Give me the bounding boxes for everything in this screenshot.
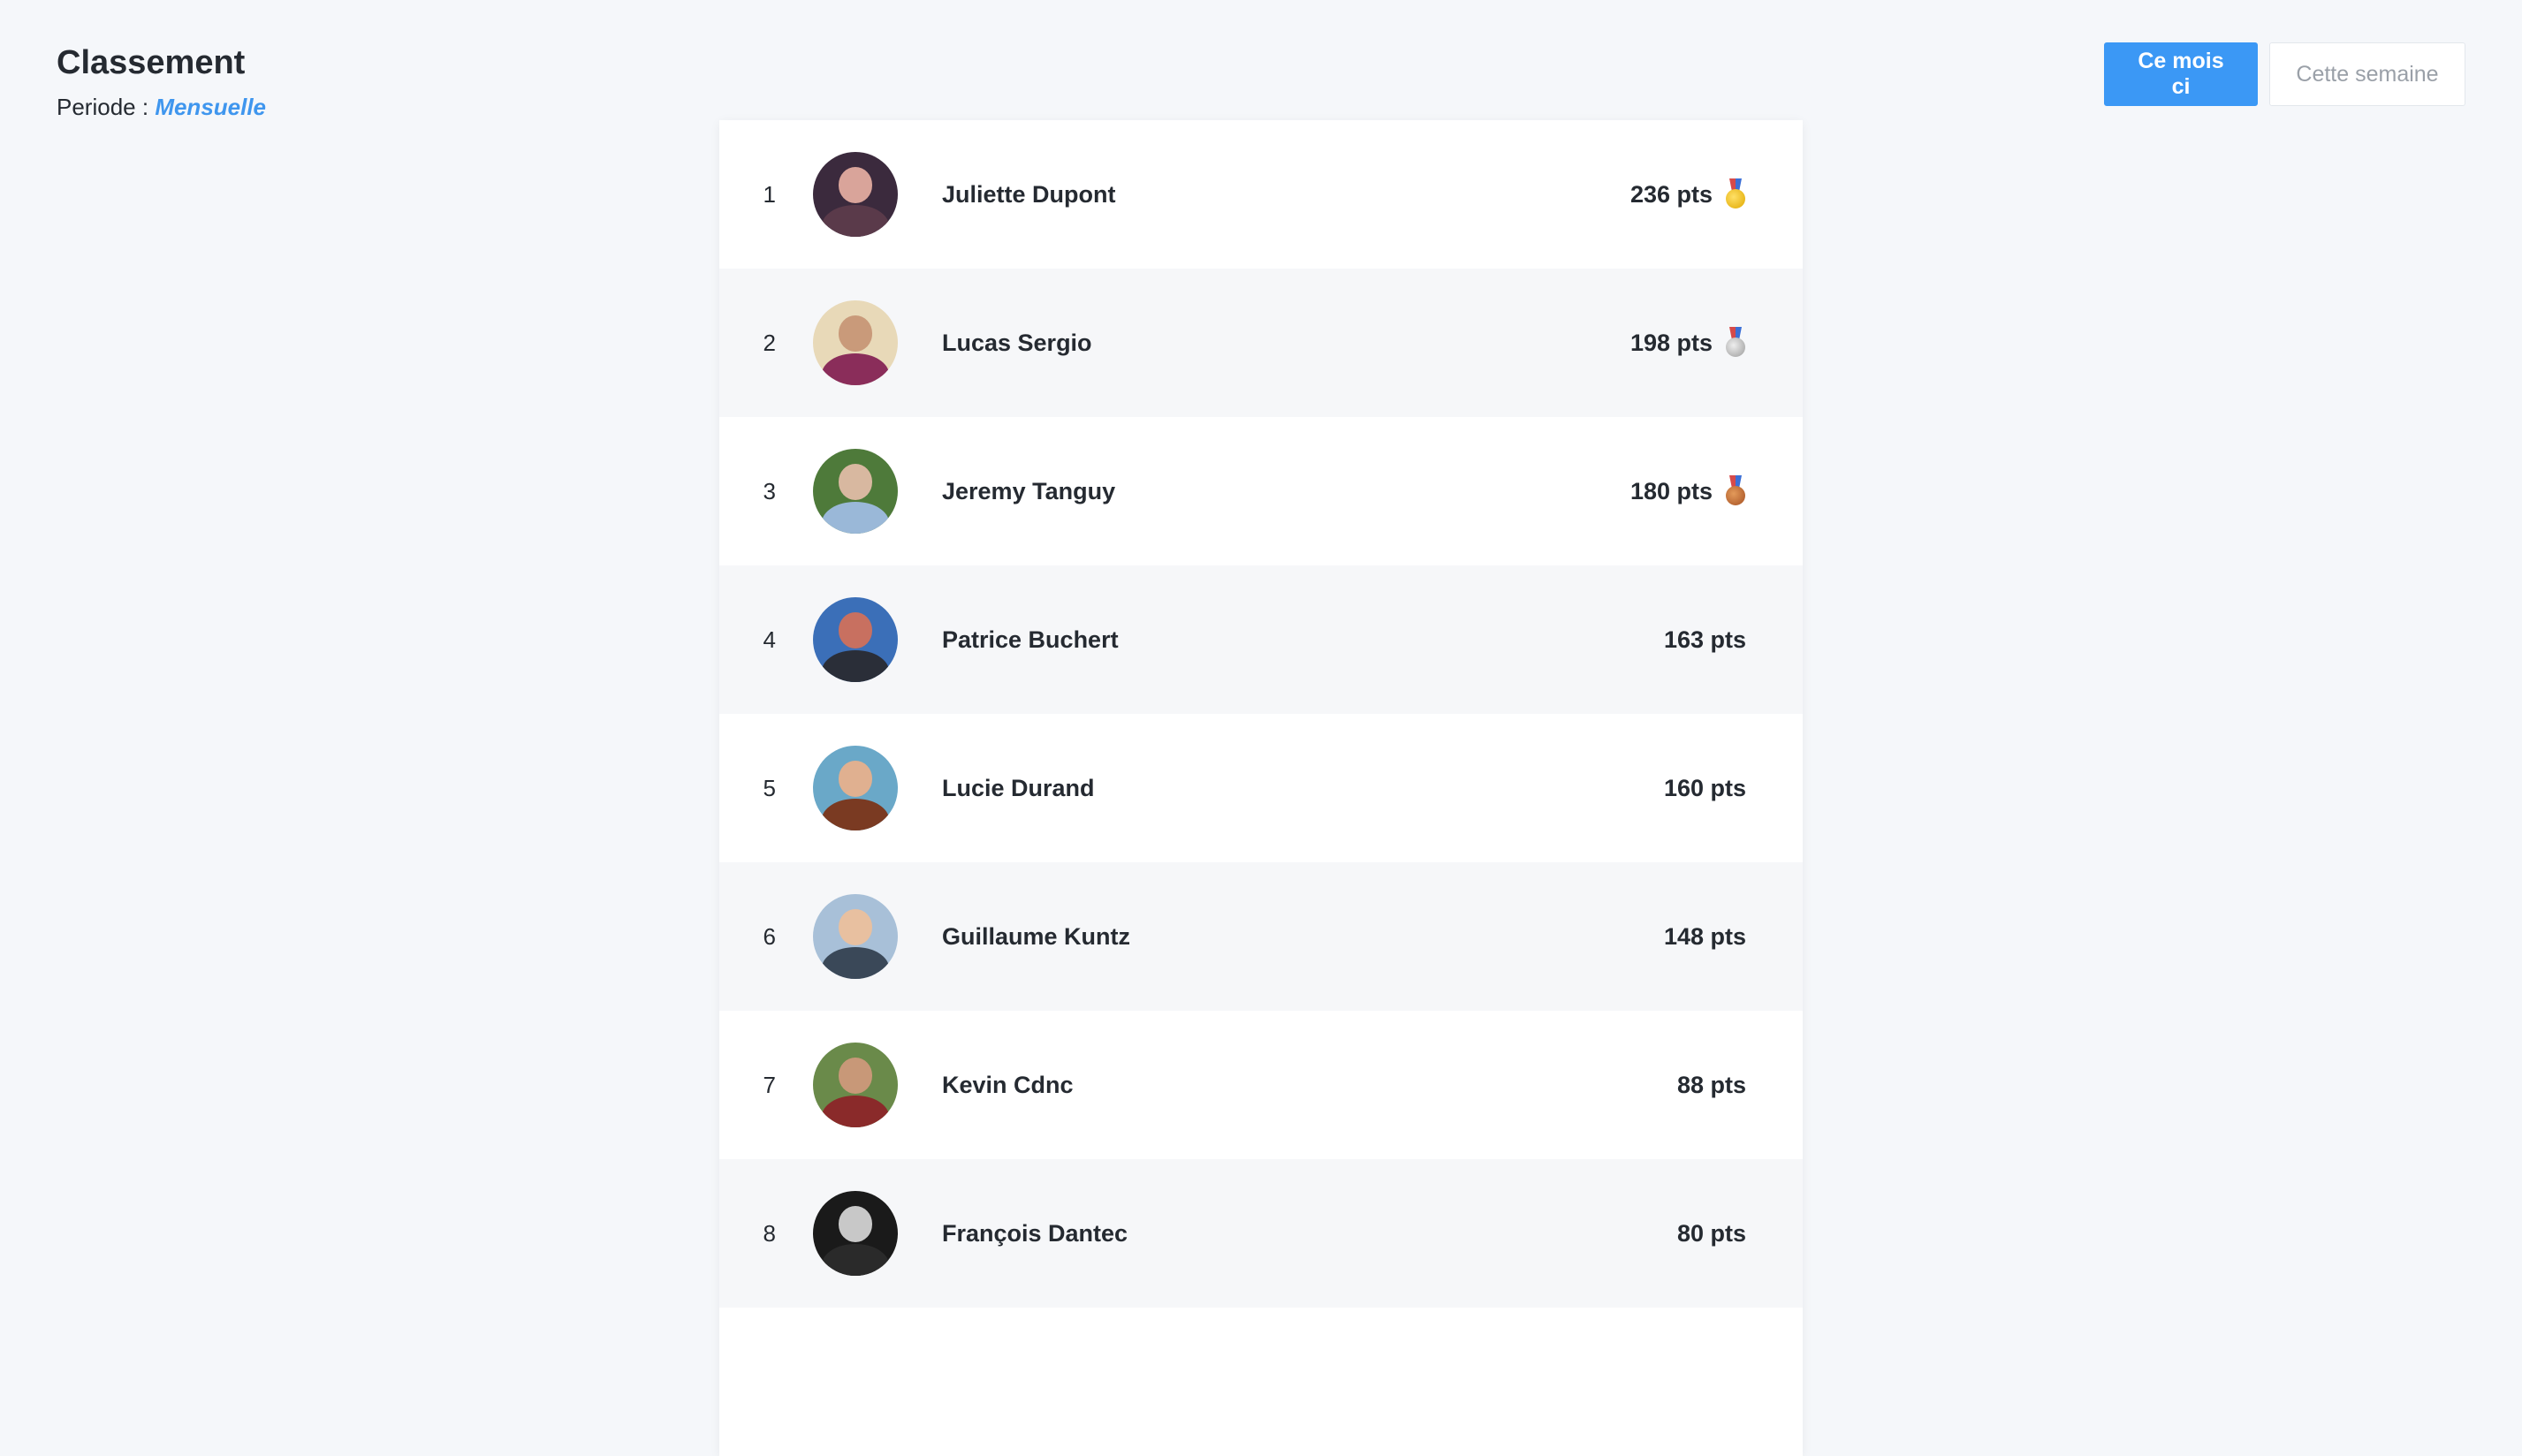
points-value: 160 pts: [1663, 774, 1746, 801]
page-title: Classement: [57, 44, 246, 81]
leaderboard-row[interactable]: 8 François Dantec 80 pts: [719, 1159, 1803, 1308]
player-name: François Dantec: [942, 1219, 1128, 1247]
rank-number: 5: [763, 774, 776, 801]
player-name: Guillaume Kuntz: [942, 922, 1131, 950]
avatar: [813, 1043, 898, 1127]
points-value: 236 pts: [1629, 180, 1713, 208]
leaderboard-row[interactable]: 2 Lucas Sergio 198 pts: [719, 269, 1803, 417]
player-points: 148 pts: [1664, 923, 1746, 951]
rank-number: 2: [763, 329, 776, 356]
points-value: 180 pts: [1629, 477, 1713, 504]
player-points: 80 pts: [1677, 1220, 1746, 1247]
player-points: 163 pts: [1664, 626, 1746, 654]
bronze-medal-icon: [1725, 475, 1746, 507]
silver-medal-icon: [1725, 327, 1746, 359]
this-month-button[interactable]: Ce mois ci: [2104, 42, 2258, 106]
player-points: 160 pts: [1664, 775, 1746, 802]
period-value: Mensuelle: [155, 94, 267, 120]
player-points: 180 pts: [1630, 475, 1746, 507]
rank-number: 3: [763, 477, 776, 504]
avatar: [813, 1191, 898, 1276]
leaderboard-row[interactable]: 4 Patrice Buchert 163 pts: [719, 565, 1803, 714]
points-value: 198 pts: [1629, 329, 1713, 356]
points-value: 88 pts: [1676, 1071, 1746, 1098]
player-name: Lucie Durand: [942, 774, 1095, 801]
rank-number: 7: [763, 1071, 776, 1098]
period-toggle-group: Ce mois ci Cette semaine: [2104, 42, 2465, 106]
player-name: Juliette Dupont: [942, 180, 1116, 208]
leaderboard-list: 1 Juliette Dupont 236 pts 2 Lucas Sergio 198 …: [719, 120, 1803, 1456]
player-points: 198 pts: [1630, 327, 1746, 359]
leaderboard-row[interactable]: 3 Jeremy Tanguy 180 pts: [719, 417, 1803, 565]
rank-number: 6: [763, 922, 776, 950]
player-points: 236 pts: [1630, 178, 1746, 210]
rank-number: 4: [763, 626, 776, 653]
gold-medal-icon: [1725, 178, 1746, 210]
this-week-button[interactable]: Cette semaine: [2269, 42, 2465, 106]
points-value: 148 pts: [1663, 922, 1746, 950]
page-header: Classement Periode : Mensuelle: [57, 41, 266, 121]
player-name: Lucas Sergio: [942, 329, 1092, 356]
rank-number: 1: [763, 180, 776, 208]
leaderboard-row[interactable]: 6 Guillaume Kuntz 148 pts: [719, 862, 1803, 1011]
points-value: 163 pts: [1663, 626, 1746, 653]
points-value: 80 pts: [1676, 1219, 1746, 1247]
leaderboard-row[interactable]: 7 Kevin Cdnc 88 pts: [719, 1011, 1803, 1159]
leaderboard-row[interactable]: 1 Juliette Dupont 236 pts: [719, 120, 1803, 269]
avatar: [813, 894, 898, 979]
leaderboard-row[interactable]: 5 Lucie Durand 160 pts: [719, 714, 1803, 862]
player-points: 88 pts: [1677, 1072, 1746, 1099]
player-name: Jeremy Tanguy: [942, 477, 1116, 504]
avatar: [813, 300, 898, 385]
avatar: [813, 746, 898, 830]
avatar: [813, 449, 898, 534]
player-name: Patrice Buchert: [942, 626, 1119, 653]
leaderboard-row[interactable]: [719, 1308, 1803, 1456]
avatar: [813, 597, 898, 682]
rank-number: 8: [763, 1219, 776, 1247]
avatar: [813, 152, 898, 237]
period-line: Periode : Mensuelle: [57, 94, 266, 121]
period-label: Periode :: [57, 94, 149, 120]
player-name: Kevin Cdnc: [942, 1071, 1074, 1098]
